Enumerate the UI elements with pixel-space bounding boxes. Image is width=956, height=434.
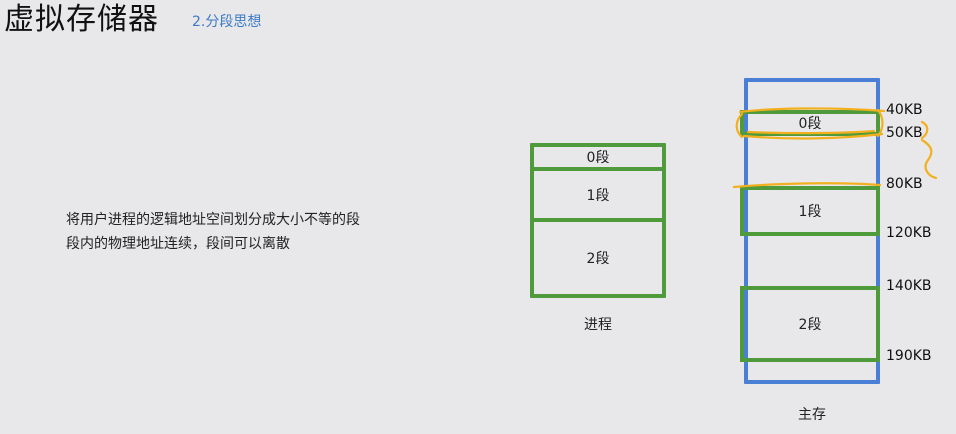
memory-segment-1: 1段	[740, 186, 880, 236]
memory-segment-2: 2段	[740, 286, 880, 362]
memory-segment-0: 0段	[740, 110, 880, 136]
description: 将用户进程的逻辑地址空间划分成大小不等的段 段内的物理地址连续，段间可以离散	[66, 208, 360, 256]
description-line-1: 将用户进程的逻辑地址空间划分成大小不等的段	[66, 212, 360, 228]
slide: 虚拟存储器 2.分段思想 将用户进程的逻辑地址空间划分成大小不等的段 段内的物理…	[0, 0, 956, 434]
address-label: 140KB	[886, 278, 932, 294]
address-label: 80KB	[886, 176, 923, 192]
process-segment-1: 1段	[530, 167, 666, 222]
address-label: 190KB	[886, 348, 932, 364]
address-label: 50KB	[886, 125, 923, 141]
process-label: 进程	[584, 317, 612, 333]
memory-label: 主存	[798, 407, 826, 423]
description-line-2: 段内的物理地址连续，段间可以离散	[66, 236, 290, 252]
page-title: 虚拟存储器	[4, 2, 159, 37]
address-label: 120KB	[886, 225, 932, 241]
page-subtitle: 2.分段思想	[192, 14, 262, 30]
process-segment-2: 2段	[530, 218, 666, 298]
address-label: 40KB	[886, 102, 923, 118]
